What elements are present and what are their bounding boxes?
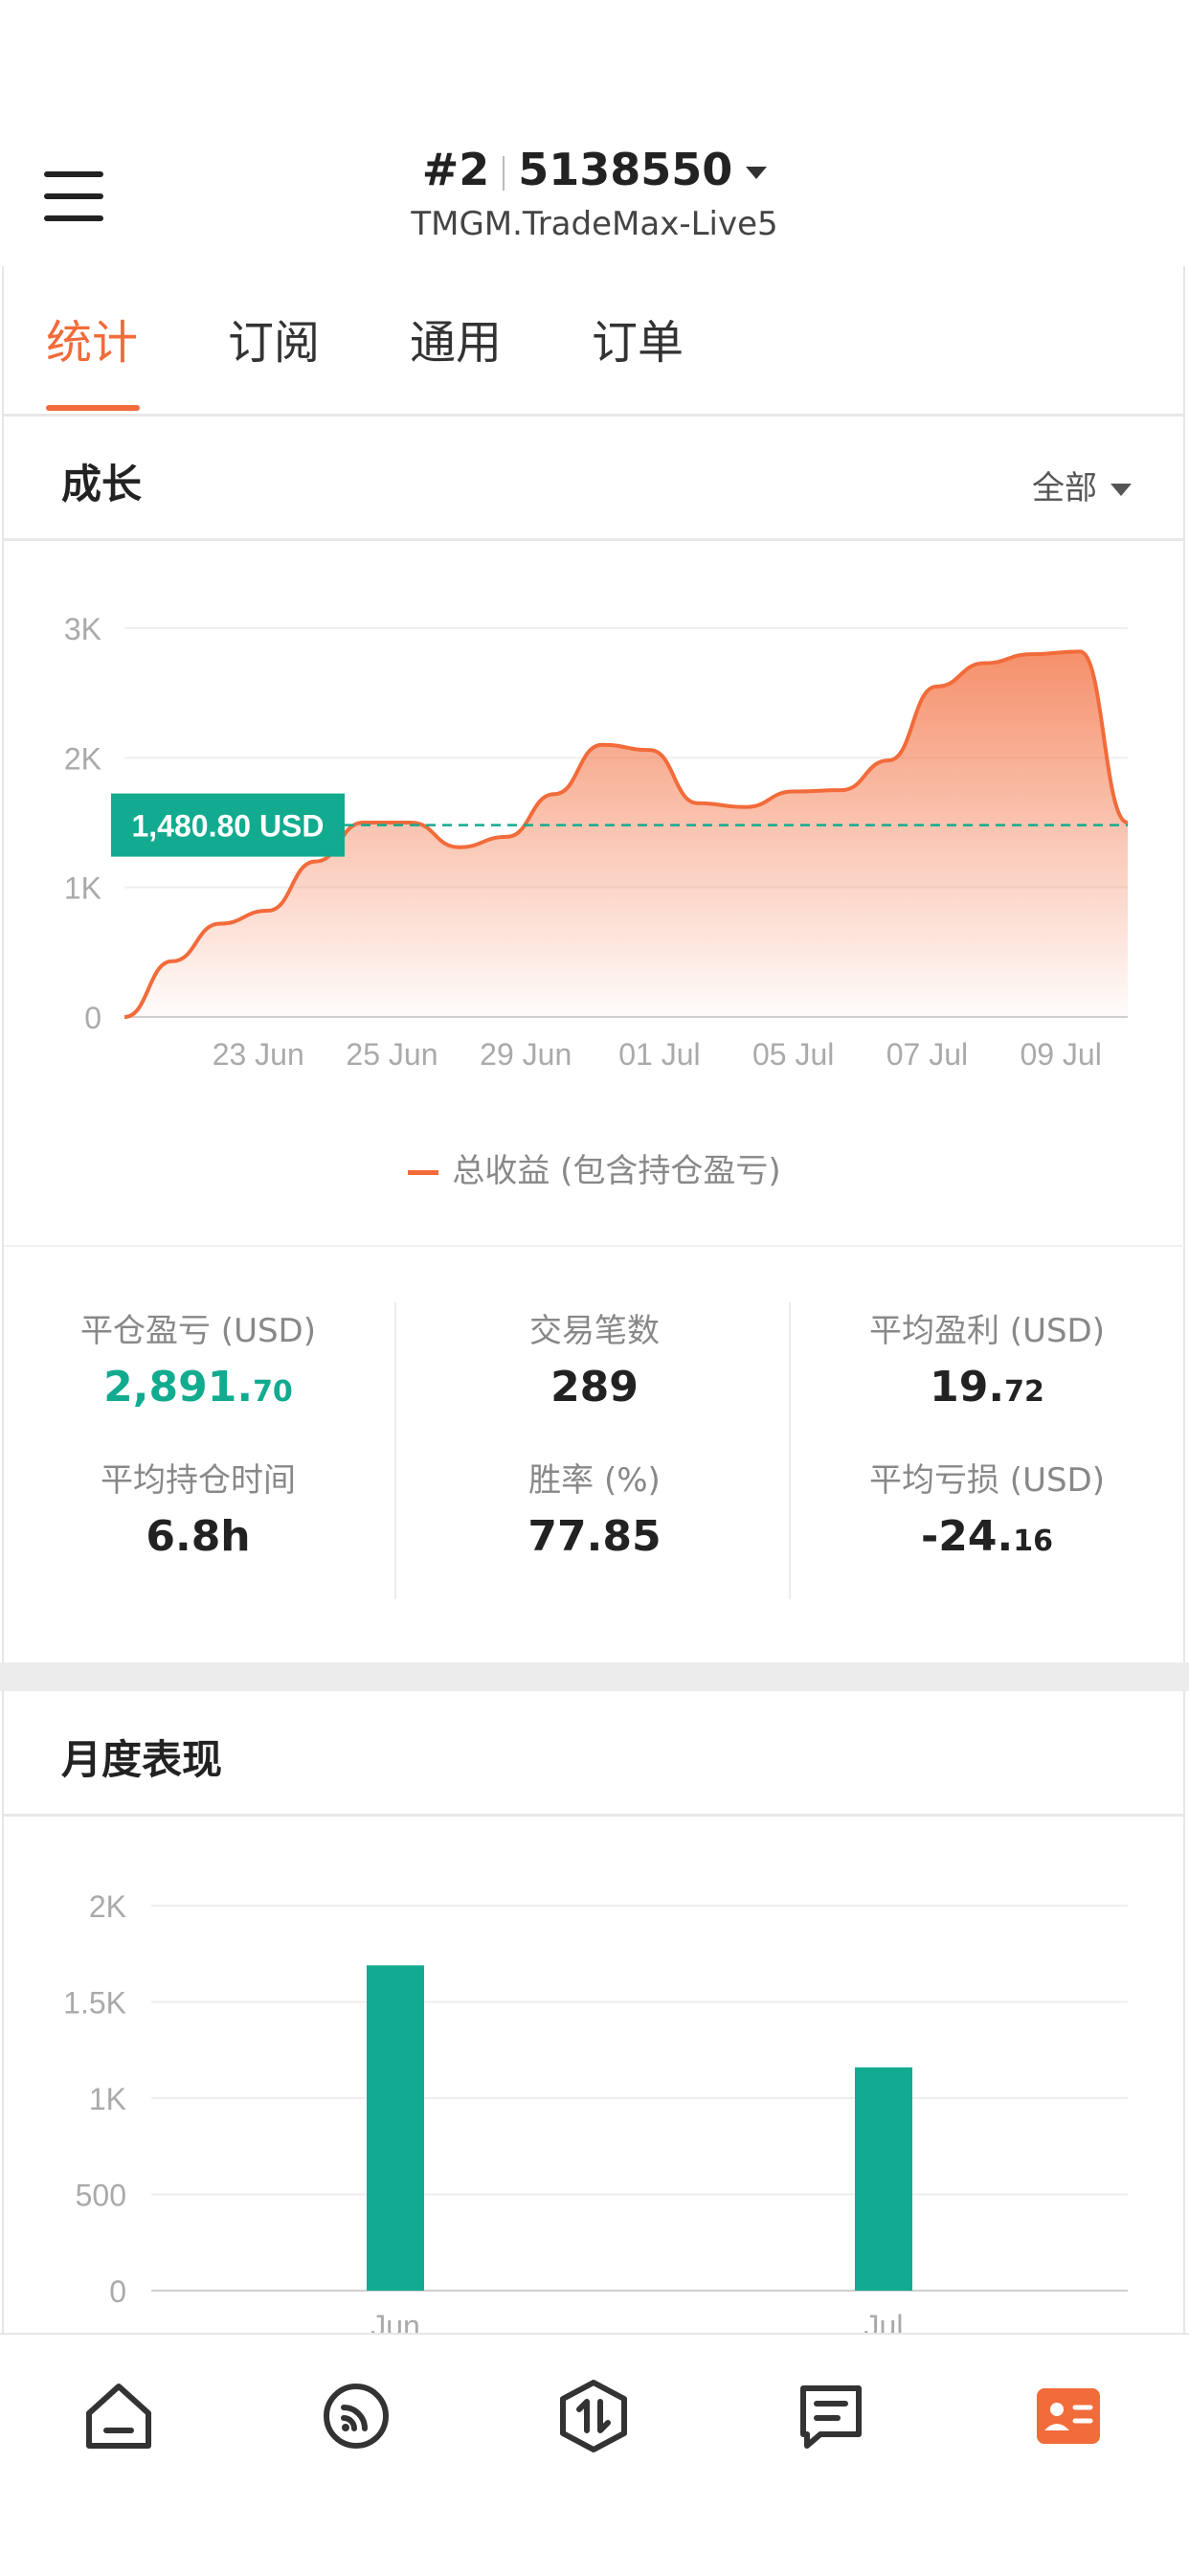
messages-icon[interactable] [788, 2373, 874, 2459]
x-tick-label: Jul [864, 2309, 904, 2333]
growth-chart: 0 1K 2K 3K 1,480.80 USD 23 Jun 25 Jun 29 Jun 01 … [64, 612, 1129, 1072]
legend-swatch [408, 1170, 439, 1175]
stat-avg-hold: 平均持仓时间 6.8h [2, 1454, 394, 1561]
y-tick-label: 0 [84, 1001, 101, 1035]
stat-value-frac: 72 [1004, 1375, 1044, 1409]
home-icon[interactable] [76, 2373, 162, 2459]
stat-label: 平均亏损 (USD) [869, 1461, 1105, 1500]
period-filter[interactable]: 全部 [1032, 462, 1132, 508]
stat-value-int: 2,891. [103, 1363, 254, 1412]
stat-win-rate: 胜率 (%) 77.85 [398, 1454, 791, 1561]
account-selector[interactable]: #2 5138550 [0, 144, 1189, 195]
stat-label: 交易笔数 [529, 1312, 660, 1350]
x-tick-label: 01 Jul [618, 1037, 700, 1072]
y-tick-label: 1K [89, 2082, 126, 2116]
y-tick-label: 2K [64, 741, 101, 776]
tab-subscribe[interactable]: 订阅 [228, 316, 320, 393]
stat-value-frac: 70 [253, 1375, 293, 1409]
stat-value-int: 19. [930, 1363, 1005, 1412]
stat-label: 平仓盈亏 (USD) [80, 1312, 316, 1350]
y-tick-label: 1K [64, 871, 101, 906]
stat-trades: 交易笔数 289 [398, 1304, 791, 1412]
server-name: TMGM.TradeMax-Live5 [411, 205, 778, 243]
active-tab-indicator [46, 405, 140, 411]
stat-closed-pnl: 平仓盈亏 (USD) 2,891.70 [2, 1304, 394, 1412]
trade-icon[interactable] [550, 2373, 637, 2459]
caret-down-icon [1110, 484, 1132, 496]
period-filter-label: 全部 [1032, 469, 1097, 508]
stat-avg-profit: 平均盈利 (USD) 19.72 [791, 1304, 1183, 1412]
monthly-title: 月度表现 [61, 1736, 223, 1783]
bar-jun [367, 1965, 424, 2291]
account-number: 5138550 [518, 144, 733, 195]
stat-value: -24.16 [791, 1512, 1183, 1561]
account-index: #2 [421, 144, 490, 195]
stat-label: 胜率 (%) [528, 1461, 661, 1500]
section-separator [0, 1662, 1189, 1691]
divider [503, 155, 505, 191]
reference-label: 1,480.80 USD [131, 809, 324, 844]
tab-stats[interactable]: 统计 [46, 316, 138, 393]
monthly-chart: 0 500 1K 1.5K 2K Jun Jul [63, 1889, 1128, 2333]
x-tick-label: 09 Jul [1020, 1037, 1101, 1072]
stat-value-frac: 16 [1013, 1525, 1053, 1558]
bar-jul [855, 2067, 912, 2291]
stat-value: 19.72 [791, 1363, 1183, 1412]
divider [4, 1245, 1185, 1247]
y-tick-label: 500 [76, 2179, 126, 2213]
chart-legend: 总收益 (包含持仓盈亏) [0, 1144, 1189, 1191]
stat-label: 平均持仓时间 [101, 1461, 296, 1500]
y-tick-label: 2K [89, 1889, 126, 1924]
y-tick-label: 0 [109, 2274, 126, 2309]
bottom-nav [0, 2333, 1189, 2576]
signal-feed-icon[interactable] [313, 2373, 399, 2459]
growth-title: 成长 [61, 461, 143, 508]
y-tick-label: 3K [64, 612, 101, 646]
divider [789, 1302, 791, 1599]
profile-card-icon[interactable] [1025, 2373, 1111, 2459]
stat-avg-loss: 平均亏损 (USD) -24.16 [791, 1454, 1183, 1561]
tab-general[interactable]: 通用 [410, 316, 502, 393]
stat-label: 平均盈利 (USD) [869, 1312, 1105, 1350]
legend-label: 总收益 (包含持仓盈亏) [452, 1152, 781, 1190]
stat-value-int: -24. [921, 1512, 1014, 1561]
divider [4, 538, 1185, 541]
x-tick-label: 05 Jul [752, 1037, 834, 1072]
divider [394, 1302, 396, 1599]
tab-bar: 统计 订阅 通用 订单 [46, 316, 774, 393]
x-tick-label: 07 Jul [886, 1037, 968, 1072]
x-tick-label: 23 Jun [213, 1037, 304, 1072]
stat-value: 289 [550, 1363, 639, 1412]
stat-value: 77.85 [527, 1512, 662, 1561]
caret-down-icon [746, 167, 768, 179]
tab-orders[interactable]: 订单 [592, 316, 684, 393]
x-tick-label: Jun [370, 2309, 420, 2333]
stat-value: 2,891.70 [2, 1363, 394, 1412]
divider [4, 414, 1185, 417]
y-tick-label: 1.5K [63, 1986, 126, 2021]
stat-value: 6.8h [146, 1512, 251, 1561]
divider [4, 1814, 1185, 1817]
x-tick-label: 29 Jun [480, 1037, 572, 1072]
x-tick-label: 25 Jun [346, 1037, 437, 1072]
